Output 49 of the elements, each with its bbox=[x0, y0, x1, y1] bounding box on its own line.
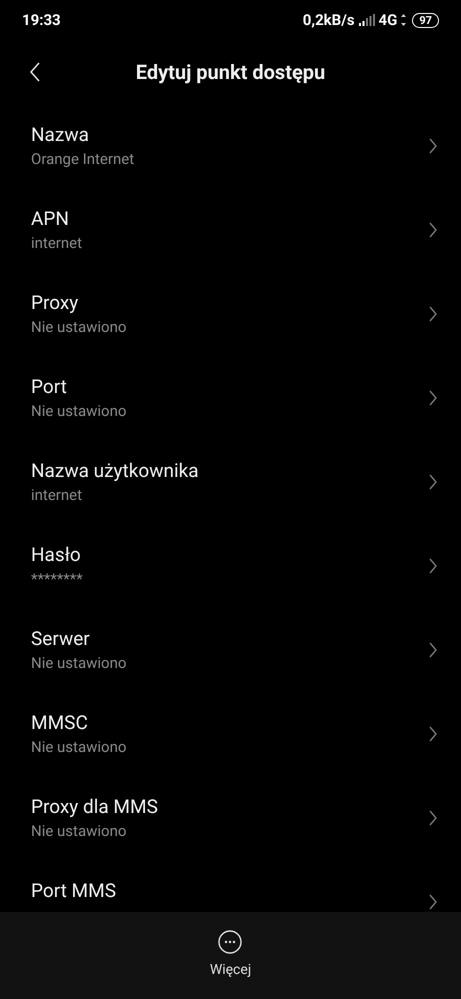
data-arrows-icon bbox=[401, 14, 406, 26]
chevron-right-icon bbox=[429, 222, 437, 238]
item-value: Nie ustawiono bbox=[31, 401, 126, 422]
item-title: Port MMS bbox=[31, 878, 116, 904]
item-title: Proxy dla MMS bbox=[31, 794, 158, 820]
chevron-right-icon bbox=[429, 894, 437, 910]
item-value: Nie ustawiono bbox=[31, 317, 126, 338]
chevron-right-icon bbox=[429, 474, 437, 490]
settings-item[interactable]: Port Nie ustawiono bbox=[0, 356, 461, 440]
item-value: Orange Internet bbox=[31, 149, 134, 170]
item-title: Nazwa bbox=[31, 122, 90, 148]
status-time: 19:33 bbox=[22, 10, 61, 31]
network-speed: 0,2kB/s bbox=[302, 10, 355, 31]
settings-item[interactable]: Serwer Nie ustawiono bbox=[0, 608, 461, 692]
item-value: Nie ustawiono bbox=[31, 737, 126, 758]
more-button[interactable]: Więcej bbox=[210, 930, 252, 981]
more-icon bbox=[218, 930, 242, 954]
settings-item[interactable]: Nazwa Orange Internet bbox=[0, 104, 461, 188]
item-value: ******** bbox=[31, 569, 83, 590]
item-title: Hasło bbox=[31, 542, 82, 568]
settings-item[interactable]: Nazwa użytkownika internet bbox=[0, 440, 461, 524]
settings-item[interactable]: Hasło ******** bbox=[0, 524, 461, 608]
item-title: Port bbox=[31, 374, 68, 400]
signal-icon bbox=[358, 14, 375, 26]
settings-item[interactable]: MMSC Nie ustawiono bbox=[0, 692, 461, 776]
chevron-right-icon bbox=[429, 642, 437, 658]
item-title: Proxy bbox=[31, 290, 80, 316]
item-value: Nie ustawiono bbox=[31, 821, 128, 842]
settings-item[interactable]: Proxy Nie ustawiono bbox=[0, 272, 461, 356]
chevron-right-icon bbox=[429, 390, 437, 406]
chevron-right-icon bbox=[429, 138, 437, 154]
item-value: Nie ustawiono bbox=[31, 653, 126, 674]
settings-item[interactable]: Proxy dla MMS Nie ustawiono bbox=[0, 776, 461, 860]
chevron-right-icon bbox=[429, 306, 437, 322]
battery-indicator: 97 bbox=[412, 12, 439, 28]
item-title: Serwer bbox=[31, 626, 91, 652]
back-icon[interactable] bbox=[29, 62, 41, 82]
settings-item[interactable]: Port MMS bbox=[0, 860, 461, 912]
item-title: MMSC bbox=[31, 710, 89, 736]
network-type: 4G bbox=[378, 10, 398, 31]
chevron-right-icon bbox=[429, 810, 437, 826]
item-value: internet bbox=[31, 233, 82, 254]
item-title: Nazwa użytkownika bbox=[31, 458, 199, 484]
settings-item[interactable]: APN internet bbox=[0, 188, 461, 272]
chevron-right-icon bbox=[429, 558, 437, 574]
chevron-right-icon bbox=[429, 726, 437, 742]
item-value: internet bbox=[31, 485, 84, 506]
page-title: Edytuj punkt dostępu bbox=[136, 59, 326, 86]
item-title: APN bbox=[31, 206, 70, 232]
